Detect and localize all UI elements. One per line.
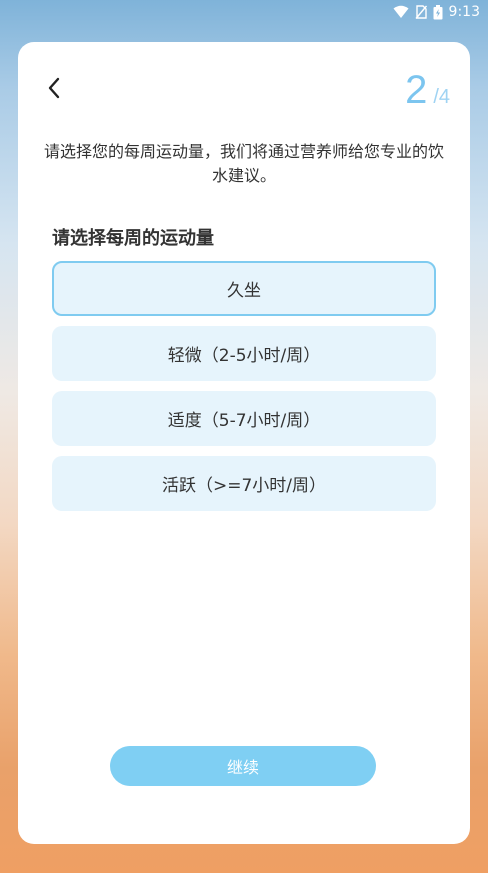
option-label: 适度（5-7小时/周） xyxy=(167,411,321,431)
option-label: 久坐 xyxy=(227,281,261,301)
back-button[interactable] xyxy=(42,76,66,104)
no-sim-icon xyxy=(415,5,427,19)
status-bar: 9:13 xyxy=(0,0,488,26)
section-title: 请选择每周的运动量 xyxy=(52,228,214,249)
step-indicator: 2 /4 xyxy=(405,66,450,114)
option-sedentary[interactable]: 久坐 xyxy=(52,261,436,316)
continue-button[interactable]: 继续 xyxy=(110,746,376,786)
status-time: 9:13 xyxy=(448,4,480,20)
step-total: /4 xyxy=(433,86,450,108)
option-label: 轻微（2-5小时/周） xyxy=(167,346,321,366)
wifi-icon xyxy=(393,5,409,19)
continue-label: 继续 xyxy=(226,758,259,777)
status-icons: 9:13 xyxy=(393,4,480,20)
chevron-left-icon xyxy=(47,77,61,103)
step-current: 2 xyxy=(405,68,428,112)
intro-text: 请选择您的每周运动量，我们将通过营养师给您专业的饮水建议。 xyxy=(43,142,444,185)
option-moderate[interactable]: 适度（5-7小时/周） xyxy=(52,391,436,446)
exercise-options: 久坐 轻微（2-5小时/周） 适度（5-7小时/周） 活跃（>=7小时/周） xyxy=(52,261,436,511)
option-active[interactable]: 活跃（>=7小时/周） xyxy=(52,456,436,511)
option-light[interactable]: 轻微（2-5小时/周） xyxy=(52,326,436,381)
option-label: 活跃（>=7小时/周） xyxy=(161,476,327,496)
main-card: 2 /4 请选择您的每周运动量，我们将通过营养师给您专业的饮水建议。 请选择每周… xyxy=(18,42,470,844)
battery-charging-icon xyxy=(433,4,443,20)
